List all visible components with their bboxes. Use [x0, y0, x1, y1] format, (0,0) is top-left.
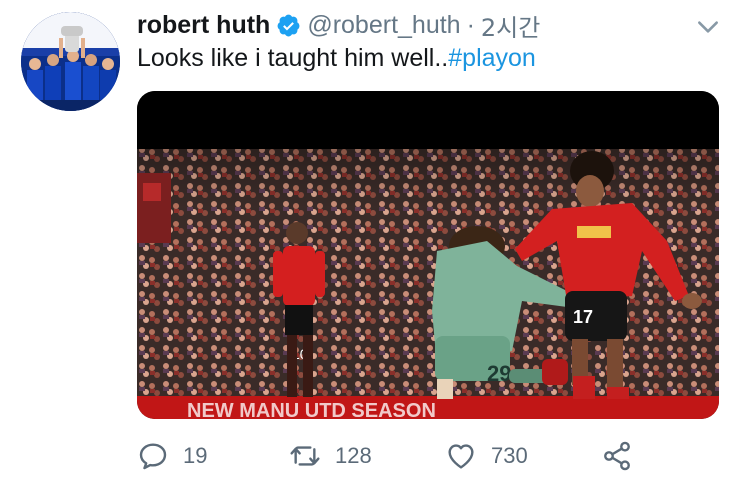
avatar[interactable]: [21, 12, 120, 111]
reply-action[interactable]: 19: [137, 436, 207, 476]
reply-icon: [139, 443, 167, 470]
green-player-number: 29: [487, 361, 511, 386]
media-image: NEW MANU UTD SEASON 10 29 17: [137, 91, 719, 419]
reply-count: 19: [183, 443, 208, 468]
author-name[interactable]: robert huth: [137, 11, 270, 40]
share-icon: [604, 441, 630, 471]
board-text: NEW MANU UTD SEASON: [187, 400, 436, 419]
avatar-image: [21, 12, 120, 111]
retweet-count: 128: [335, 443, 372, 468]
tweet-actions: 19 128 730: [137, 436, 697, 476]
retweet-icon: [290, 446, 320, 466]
hashtag-link[interactable]: #playon: [448, 44, 536, 72]
chevron-down-icon[interactable]: [695, 14, 721, 40]
like-action[interactable]: 730: [445, 436, 528, 476]
like-count: 730: [491, 443, 528, 468]
tweet-text: Looks like i taught him well..#playon: [137, 44, 536, 73]
heart-icon: [448, 444, 474, 469]
author-handle[interactable]: @robert_huth: [307, 11, 460, 40]
retweet-action[interactable]: 128: [289, 436, 372, 476]
tweet-header: robert huth @robert_huth · 2시간: [137, 8, 540, 42]
tweet: robert huth @robert_huth · 2시간 Looks lik…: [0, 0, 740, 493]
tweet-media[interactable]: NEW MANU UTD SEASON 10 29 17: [137, 91, 719, 419]
separator-dot: ·: [466, 10, 475, 39]
tweet-text-main: Looks like i taught him well..: [137, 44, 449, 72]
tweet-timestamp[interactable]: 2시간: [481, 8, 540, 43]
share-action[interactable]: [601, 436, 633, 476]
right-player-number: 17: [573, 307, 593, 327]
verified-badge-icon: [276, 13, 301, 38]
